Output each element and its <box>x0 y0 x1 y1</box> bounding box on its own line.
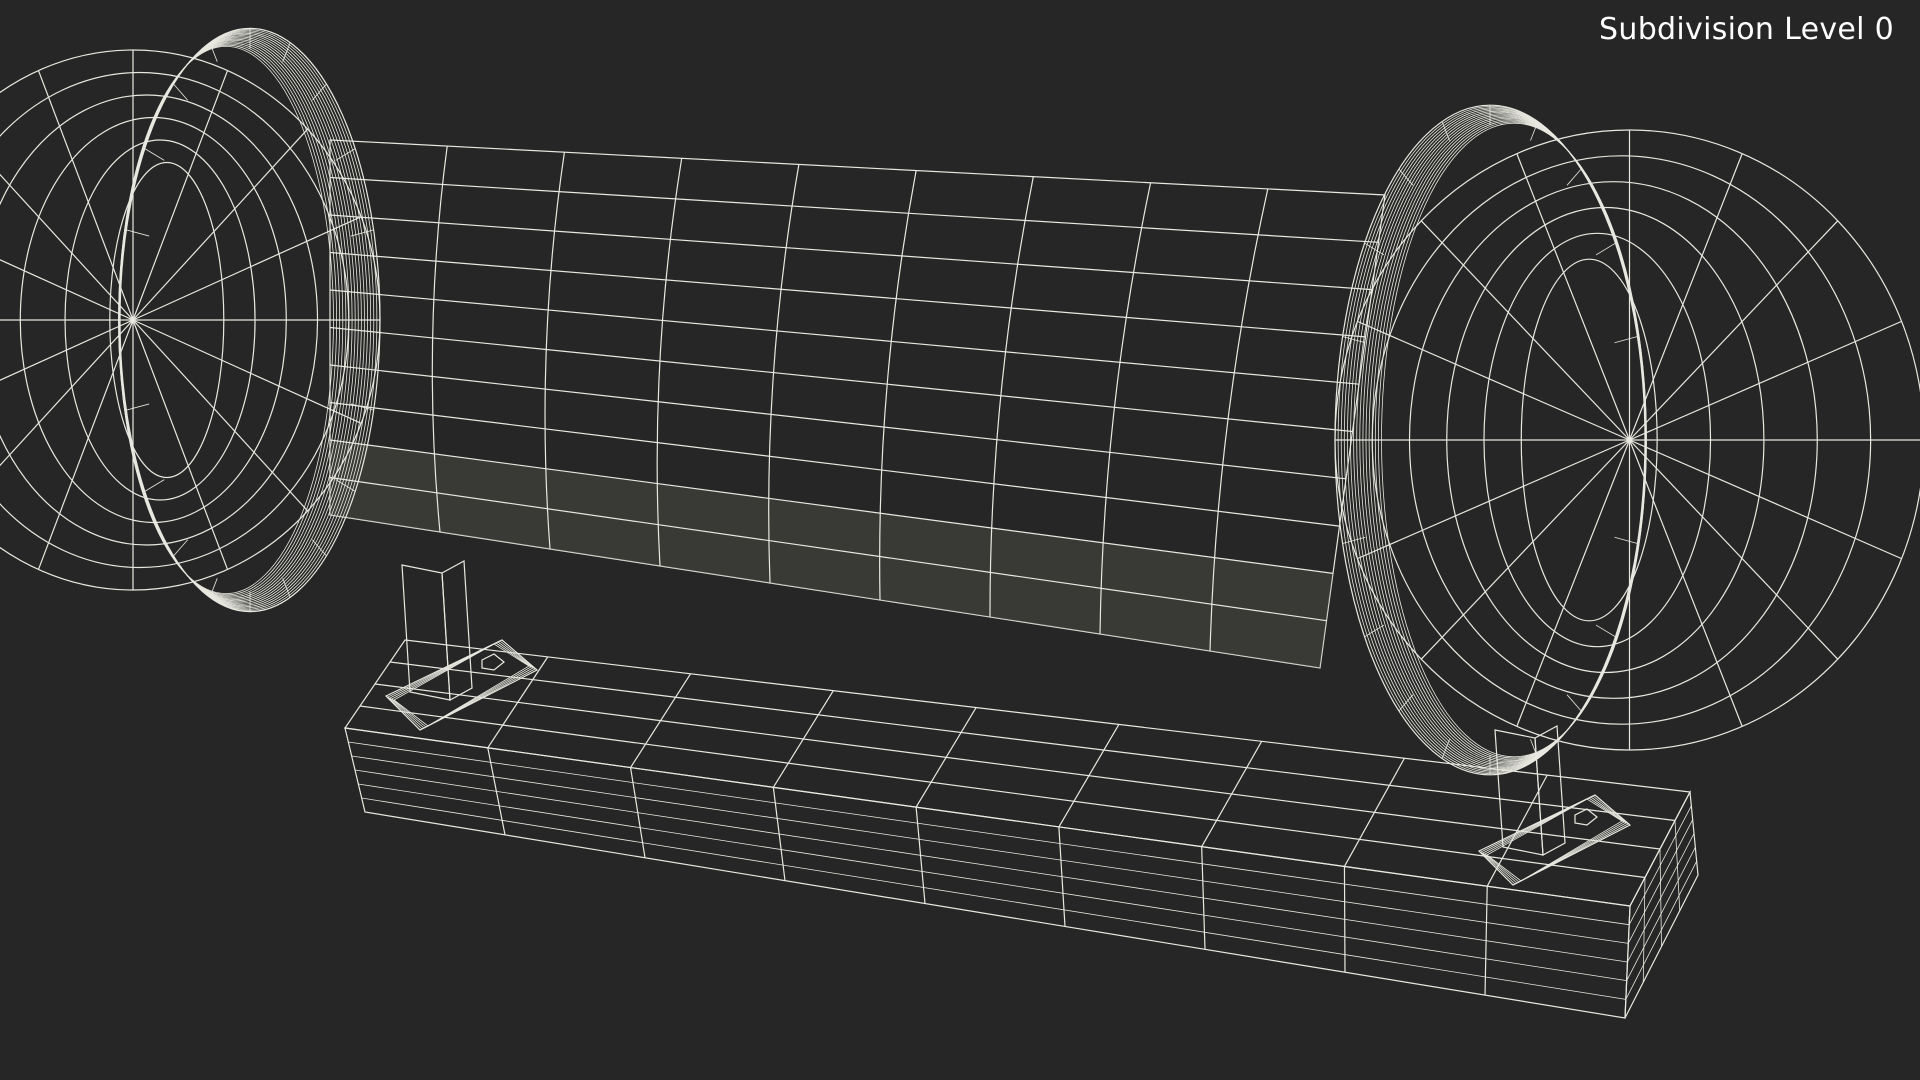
subdivision-level-label: Subdivision Level 0 <box>1599 12 1894 47</box>
pipe-model-render[interactable] <box>0 0 1920 1080</box>
pipe-body <box>329 139 1386 669</box>
left-dome <box>0 49 381 591</box>
base-end-face <box>1624 789 1699 1019</box>
base-front-face <box>344 727 1631 1019</box>
viewport-3d[interactable]: Subdivision Level 0 <box>0 0 1920 1080</box>
support-leg-left <box>384 560 539 731</box>
right-end-cap <box>1334 104 1920 776</box>
support-base <box>343 639 1699 1019</box>
left-end-cap <box>0 27 381 613</box>
